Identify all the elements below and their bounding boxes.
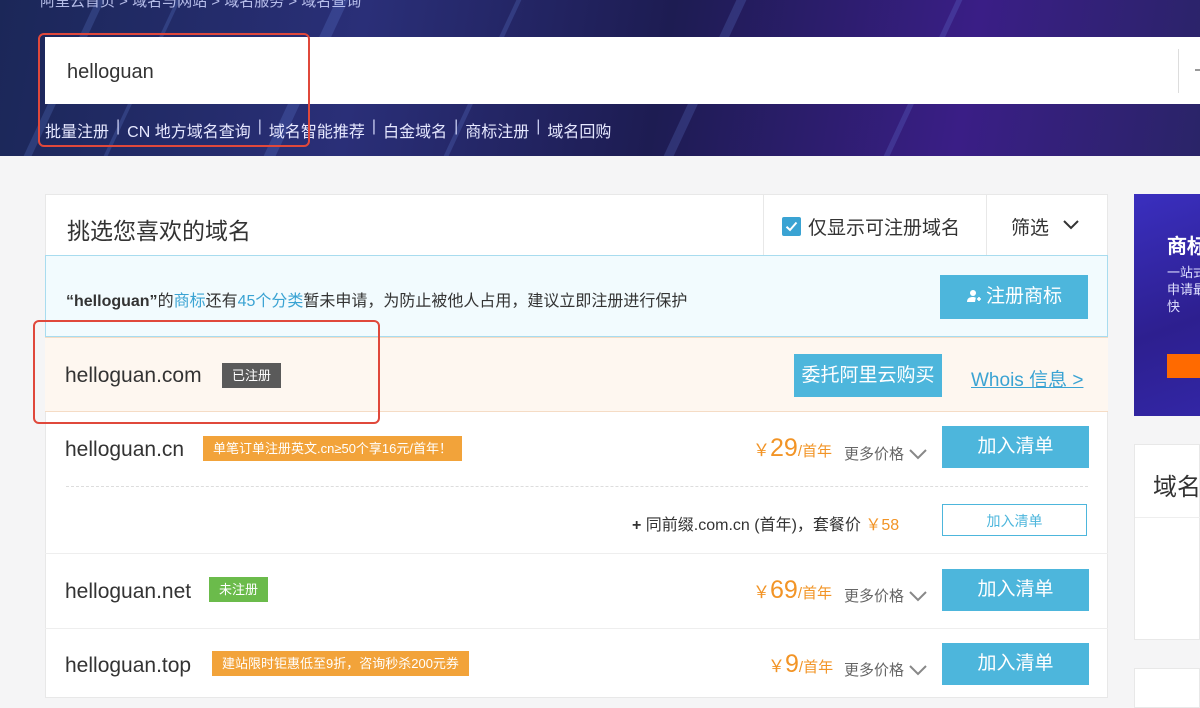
promo-badge: 单笔订单注册英文.cn≥50个享16元/首年！ bbox=[203, 436, 463, 461]
currency: ￥ bbox=[753, 583, 770, 602]
search-more-icon[interactable] bbox=[1195, 69, 1200, 71]
price: ￥9/首年 bbox=[768, 650, 833, 679]
price-unit: /首年 bbox=[798, 659, 834, 676]
only-available-label[interactable]: 仅显示可注册域名 bbox=[808, 213, 960, 240]
more-prices-label: 更多价格 bbox=[844, 588, 905, 605]
more-prices-toggle[interactable]: 更多价格 bbox=[844, 659, 928, 680]
ad-title: 商标 bbox=[1167, 236, 1200, 258]
panel-title: 挑选您喜欢的域名 bbox=[67, 218, 251, 244]
trademark-name: “helloguan” bbox=[66, 293, 158, 310]
divider bbox=[1135, 517, 1200, 518]
trademark-ad-banner[interactable]: 商标 一站式申请最快 bbox=[1134, 194, 1200, 416]
status-badge: 未注册 bbox=[209, 577, 269, 602]
add-to-list-button[interactable]: 加入清单 bbox=[942, 569, 1089, 611]
bundle-offer: + 同前缀.com.cn (首年)，套餐价 ￥58 bbox=[632, 511, 899, 535]
ad-text: 一站式申请最快 bbox=[1167, 265, 1200, 314]
divider: | bbox=[371, 118, 377, 135]
price-unit: /首年 bbox=[797, 443, 832, 460]
whois-link[interactable]: Whois 信息 > bbox=[971, 365, 1083, 392]
quick-link-premium-domain[interactable]: 白金域名 bbox=[383, 118, 447, 142]
domain-name: helloguan.top bbox=[65, 654, 192, 677]
breadcrumb[interactable]: 阿里云首页 > 域名与网站 > 域名服务 > 域名查询 bbox=[40, 0, 361, 11]
more-prices-label: 更多价格 bbox=[844, 446, 905, 463]
highlight-box-registered bbox=[33, 320, 380, 424]
price-unit: /首年 bbox=[797, 585, 832, 602]
bundle-text: 同前缀.com.cn (首年)，套餐价 bbox=[645, 517, 861, 534]
currency: ￥ bbox=[768, 657, 785, 676]
plus-icon: + bbox=[632, 517, 642, 534]
register-trademark-label: 注册商标 bbox=[985, 286, 1062, 307]
currency: ￥ bbox=[753, 441, 770, 460]
promo-badge: 建站限时钜惠低至9折，咨询秒杀200元券 bbox=[212, 651, 469, 676]
chevron-down-icon[interactable] bbox=[1062, 218, 1080, 232]
bundle-price: ￥58 bbox=[865, 517, 900, 534]
trademark-link[interactable]: 商标 bbox=[174, 293, 206, 310]
more-prices-toggle[interactable]: 更多价格 bbox=[844, 585, 928, 606]
trademark-count-link[interactable]: 45个分类 bbox=[238, 293, 304, 310]
divider: | bbox=[536, 118, 541, 135]
divider: | bbox=[454, 118, 459, 135]
check-icon bbox=[785, 221, 798, 232]
text: 的 bbox=[157, 293, 174, 310]
bundle-add-to-list-button[interactable]: 加入清单 bbox=[942, 504, 1087, 536]
more-prices-toggle[interactable]: 更多价格 bbox=[844, 443, 928, 464]
price-value: 29 bbox=[770, 434, 798, 462]
side-card-title: 域名 bbox=[1153, 474, 1200, 501]
highlight-box-search bbox=[38, 33, 310, 147]
chevron-down-icon bbox=[909, 591, 927, 602]
chevron-down-icon bbox=[909, 449, 927, 460]
domain-name: helloguan.cn bbox=[65, 438, 185, 461]
quick-link-domain-buyback[interactable]: 域名回购 bbox=[547, 118, 611, 142]
only-available-checkbox[interactable] bbox=[782, 217, 801, 236]
proxy-purchase-button[interactable]: 委托阿里云购买 bbox=[794, 354, 942, 397]
price: ￥69/首年 bbox=[753, 576, 832, 605]
user-add-icon bbox=[966, 290, 981, 302]
add-to-list-button[interactable]: 加入清单 bbox=[942, 426, 1089, 468]
price-value: 9 bbox=[785, 650, 799, 678]
price-value: 69 bbox=[770, 576, 798, 604]
domain-side-card: 域名 bbox=[1134, 444, 1200, 640]
side-card bbox=[1134, 668, 1200, 708]
trademark-notice-text: “helloguan”的商标还有45个分类暂未申请，为防止被他人占用，建议立即注… bbox=[66, 287, 687, 311]
quick-link-trademark[interactable]: 商标注册 bbox=[465, 118, 529, 142]
text: 还有 bbox=[205, 293, 238, 310]
divider bbox=[45, 553, 1108, 554]
price: ￥29/首年 bbox=[753, 434, 832, 463]
add-to-list-button[interactable]: 加入清单 bbox=[942, 643, 1089, 685]
chevron-down-icon bbox=[909, 665, 927, 676]
more-prices-label: 更多价格 bbox=[844, 662, 905, 679]
search-divider bbox=[1178, 49, 1179, 93]
filter-label[interactable]: 筛选 bbox=[1011, 213, 1049, 240]
text: 暂未申请，为防止被他人占用，建议立即注册进行保护 bbox=[303, 293, 688, 310]
ad-cta-button[interactable] bbox=[1167, 354, 1200, 378]
divider bbox=[45, 628, 1108, 629]
domain-name: helloguan.net bbox=[65, 580, 192, 603]
register-trademark-button[interactable]: 注册商标 bbox=[940, 275, 1088, 319]
divider bbox=[66, 486, 1088, 487]
